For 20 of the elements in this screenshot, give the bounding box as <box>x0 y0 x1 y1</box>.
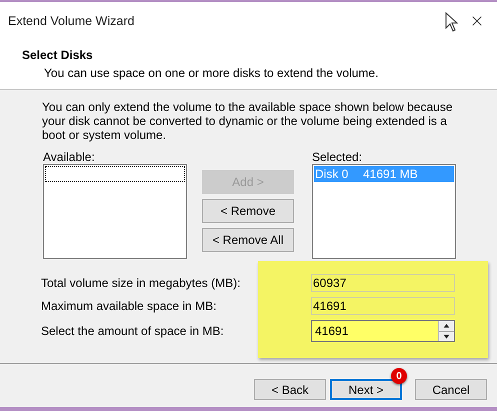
notification-badge: 0 <box>391 368 407 384</box>
available-list[interactable] <box>43 164 187 259</box>
spin-field[interactable]: 41691 <box>311 320 455 342</box>
move-button[interactable]: < Remove All <box>202 228 294 252</box>
field-label: Select the amount of space in MB: <box>41 323 225 340</box>
pointer-icon <box>445 12 459 32</box>
page-subtitle: You can use space on one or more disks to extend the volume. <box>43 65 380 82</box>
window-title: Extend Volume Wizard <box>8 12 134 30</box>
wizard-button[interactable]: Next > <box>330 379 402 400</box>
selected-label: Selected: <box>312 149 364 164</box>
readonly-field[interactable]: 60937 <box>311 274 455 292</box>
wizard-button[interactable]: < Back <box>254 379 326 400</box>
readonly-field[interactable]: 41691 <box>311 297 455 315</box>
move-button[interactable]: < Remove <box>202 199 294 223</box>
page-heading: Select Disks <box>22 47 94 64</box>
available-label: Available: <box>43 149 96 164</box>
field-label: Total volume size in megabytes (MB): <box>41 275 242 292</box>
wizard-button[interactable]: Cancel <box>415 379 487 400</box>
description-text: You can only extend the volume to the available space shown below because your disk cannot be converted to dynamic or the volume being extended is a boot or system volume. <box>42 100 454 142</box>
field-label: Maximum available space in MB: <box>41 298 218 315</box>
